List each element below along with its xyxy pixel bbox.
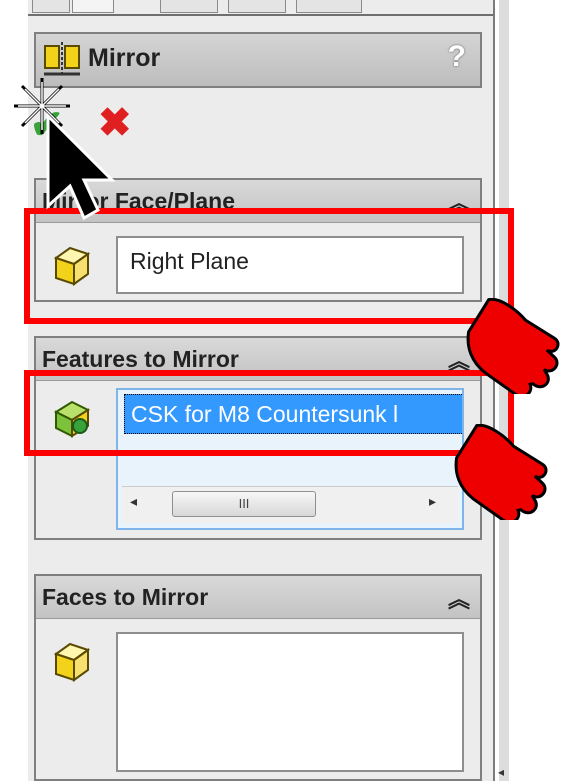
scroll-left-arrow-icon[interactable]: ◂ <box>130 493 137 510</box>
feature-header: Mirror ? <box>34 32 482 88</box>
scroll-right-arrow-icon[interactable]: ▸ <box>429 493 436 510</box>
manager-tabs <box>28 0 493 16</box>
collapse-chevron-icon[interactable]: ︽ <box>448 582 470 614</box>
group-header[interactable]: Faces to Mirror ︽ <box>36 576 480 619</box>
face-cube-icon <box>53 642 91 682</box>
tab-feature-tree[interactable] <box>32 0 70 13</box>
tab-configuration-manager[interactable] <box>160 0 218 13</box>
help-button[interactable]: ? <box>448 40 466 74</box>
group-title: Features to Mirror <box>42 346 239 372</box>
highlight-box-features <box>24 370 514 456</box>
pointing-hand-icon <box>454 424 548 520</box>
mirror-icon <box>44 42 80 76</box>
mouse-cursor-icon <box>46 112 116 221</box>
edge-arrow-icon[interactable]: ◂ <box>498 765 504 779</box>
group-title: Faces to Mirror <box>42 584 209 610</box>
scroll-thumb[interactable]: III <box>172 491 316 517</box>
tab-dimxpert-manager[interactable] <box>228 0 286 13</box>
feature-title: Mirror <box>88 44 161 72</box>
pointing-hand-icon <box>466 298 560 394</box>
tab-property-manager[interactable] <box>72 0 114 13</box>
horizontal-scrollbar[interactable]: ◂ III ▸ <box>122 486 458 523</box>
tab-display-manager[interactable] <box>296 0 362 13</box>
faces-to-mirror-field[interactable] <box>116 632 464 772</box>
